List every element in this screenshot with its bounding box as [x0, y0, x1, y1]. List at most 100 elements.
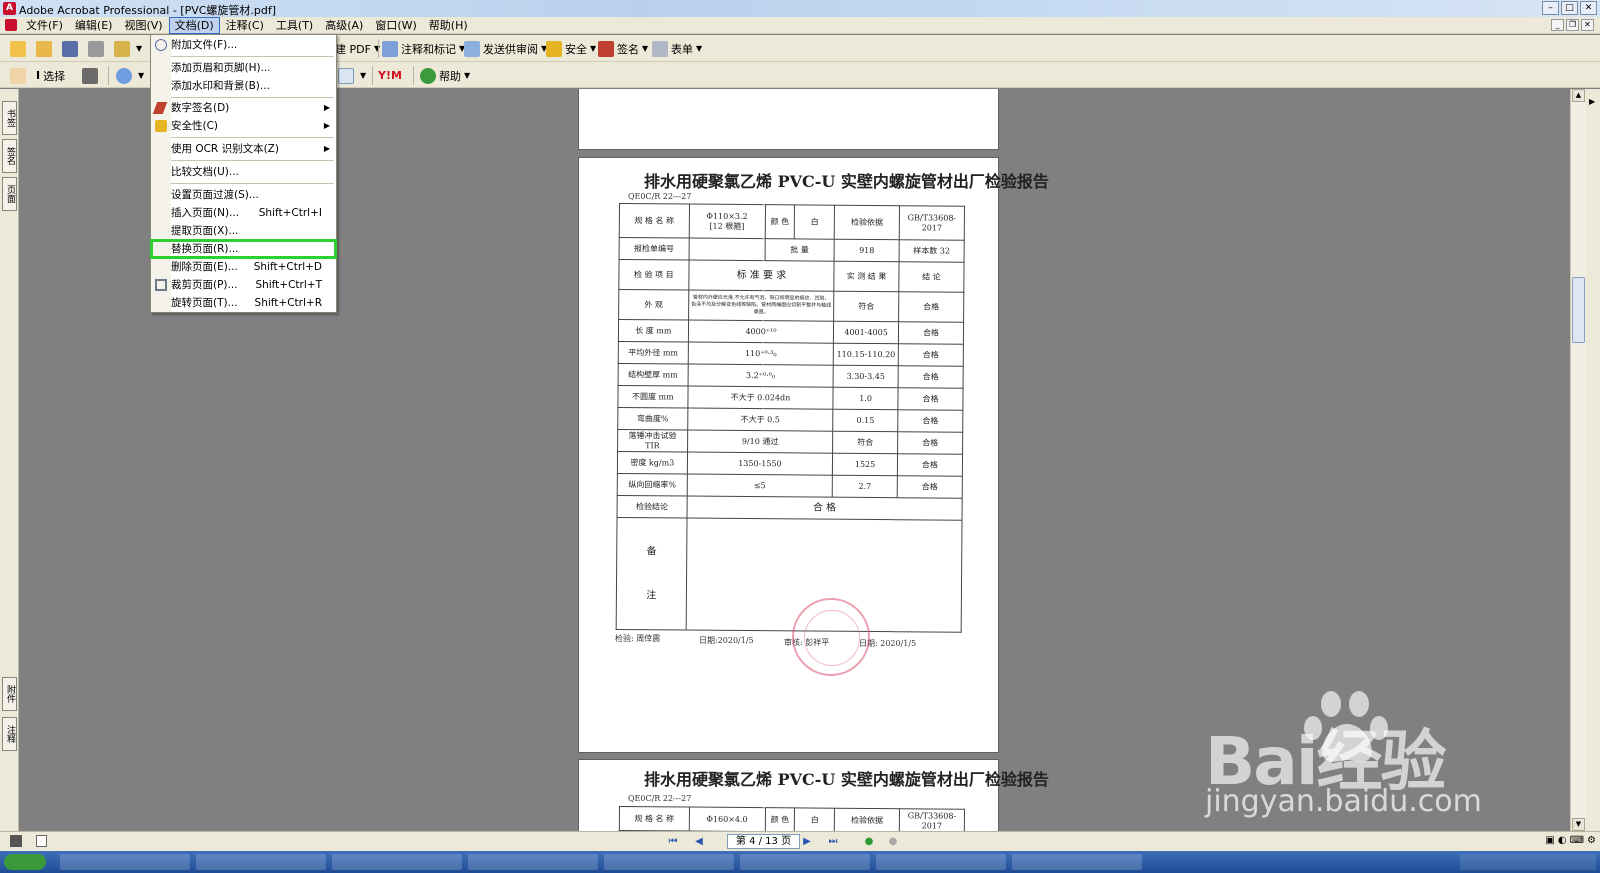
menu-item-digital-signature[interactable]: 数字签名(D) ▶	[151, 99, 336, 117]
send-review-icon	[464, 40, 480, 57]
first-page-button[interactable]: ⏮	[666, 835, 680, 849]
scroll-down-arrow[interactable]: ▼	[1572, 818, 1585, 831]
batch-value: 918	[834, 239, 900, 262]
ym-button[interactable]: Y!M	[378, 66, 402, 85]
menu-window[interactable]: 窗口(W)	[369, 17, 422, 34]
hand-icon	[10, 67, 26, 84]
menu-item-label: 数字签名(D)	[171, 102, 230, 114]
final-label: 检验结论	[617, 495, 687, 519]
menu-item-watermark-background[interactable]: 添加水印和背景(B)...	[151, 77, 336, 95]
forward-view-button[interactable]: ●	[886, 835, 900, 849]
help-label: 帮助	[439, 69, 461, 83]
taskbar-app-4[interactable]	[468, 854, 598, 870]
menu-file[interactable]: 文件(F)	[20, 17, 69, 34]
vertical-scrollbar[interactable]: ▲ ▼	[1570, 89, 1586, 831]
secure-label: 安全	[565, 42, 587, 56]
row-conclusion: 合格	[897, 475, 963, 499]
menu-item-replace-pages[interactable]: 替换页面(R)...	[150, 239, 337, 259]
attachments-tab[interactable]: 附件	[2, 677, 17, 711]
menu-item-rotate-pages[interactable]: 旋转页面(T)... Shift+Ctrl+R	[151, 294, 336, 312]
bookmarks-tab[interactable]: 书签	[2, 101, 17, 135]
close-button[interactable]: ✕	[1580, 1, 1597, 15]
menu-item-page-transitions[interactable]: 设置页面过渡(S)...	[151, 186, 336, 204]
minimize-button[interactable]: –	[1542, 1, 1559, 15]
zoom-button[interactable]: ▼	[116, 66, 144, 85]
row-item: 平均外径 mm	[618, 341, 689, 365]
taskbar-app-1[interactable]	[60, 854, 190, 870]
expand-panel-arrow-icon[interactable]: ▶	[1589, 97, 1595, 106]
menu-comments[interactable]: 注释(C)	[220, 17, 270, 34]
doc-restore-button[interactable]: ❐	[1566, 19, 1579, 31]
menu-item-security[interactable]: 安全性(C) ▶	[151, 117, 336, 135]
menu-item-attach-file[interactable]: 附加文件(F)...	[151, 36, 336, 54]
row-std: 不大于 0.024dn	[687, 386, 834, 410]
ime-mode-icon[interactable]: ◐	[1558, 835, 1567, 846]
menu-view[interactable]: 视图(V)	[118, 17, 168, 34]
menu-advanced[interactable]: 高级(A)	[319, 17, 369, 34]
menu-item-extract-pages[interactable]: 提取页面(X)...	[151, 222, 336, 240]
keyboard-icon[interactable]: ⌨	[1570, 835, 1584, 846]
open-button[interactable]	[10, 39, 29, 58]
row-item: 密度 kg/m3	[617, 451, 688, 475]
comment-markup-button[interactable]: 注释和标记 ▼	[382, 39, 465, 58]
print-button[interactable]	[88, 39, 107, 58]
page-number-field[interactable]: 第 4 / 13 页	[727, 834, 800, 849]
taskbar-app-8[interactable]	[1012, 854, 1142, 870]
menu-item-crop-pages[interactable]: 裁剪页面(P)... Shift+Ctrl+T	[151, 276, 336, 294]
sign-button[interactable]: 签名 ▼	[598, 39, 648, 58]
scroll-up-arrow[interactable]: ▲	[1572, 89, 1585, 102]
report-code: QE0C/R 22---27	[628, 192, 692, 201]
select-tool-button[interactable]: I 选择	[36, 66, 65, 85]
taskbar-app-3[interactable]	[332, 854, 462, 870]
organizer-button[interactable]	[36, 39, 55, 58]
last-page-button[interactable]: ⏭	[826, 835, 840, 849]
taskbar-app-2[interactable]	[196, 854, 326, 870]
menu-item-insert-pages[interactable]: 插入页面(N)... Shift+Ctrl+I	[151, 204, 336, 222]
hand-tool-button[interactable]	[10, 66, 29, 85]
maximize-button[interactable]: □	[1561, 1, 1578, 15]
window-title: Adobe Acrobat Professional - [PVC螺旋管材.pd…	[19, 4, 277, 17]
doc-minimize-button[interactable]: _	[1551, 19, 1564, 31]
row-item: 外 观	[618, 289, 689, 321]
help-button[interactable]: 帮助 ▼	[420, 66, 470, 85]
create-pdf-button[interactable]: 建 PDF▼	[335, 39, 380, 58]
scroll-thumb[interactable]	[1572, 277, 1585, 343]
taskbar-app-5[interactable]	[604, 854, 734, 870]
secure-button[interactable]: 安全 ▼	[546, 39, 596, 58]
menu-item-delete-pages[interactable]: 删除页面(E)... Shift+Ctrl+D	[151, 258, 336, 276]
signatures-tab[interactable]: 签名	[2, 139, 17, 173]
menu-edit[interactable]: 编辑(E)	[69, 17, 119, 34]
row-conclusion: 合格	[898, 343, 964, 367]
snapshot-button[interactable]	[82, 66, 101, 85]
document-icon[interactable]	[5, 19, 17, 31]
menu-item-header-footer[interactable]: 添加页眉和页脚(H)...	[151, 59, 336, 77]
start-button[interactable]	[4, 854, 46, 870]
settings-icon[interactable]: ⚙	[1587, 835, 1596, 846]
doc-close-button[interactable]: ✕	[1581, 19, 1594, 31]
menu-document[interactable]: 文档(D)	[168, 17, 220, 34]
taskbar-app-6[interactable]	[740, 854, 870, 870]
rotate-dropdown[interactable]: ▼	[338, 66, 366, 85]
taskbar-app-7[interactable]	[876, 854, 1006, 870]
menu-help[interactable]: 帮助(H)	[423, 17, 474, 34]
organizer-icon	[36, 40, 52, 57]
back-view-button[interactable]: ●	[862, 835, 876, 849]
menu-item-ocr[interactable]: 使用 OCR 识别文本(Z) ▶	[151, 140, 336, 158]
save-button[interactable]	[62, 39, 81, 58]
send-review-button[interactable]: 发送供审阅 ▼	[464, 39, 547, 58]
prev-page-button[interactable]: ◀	[692, 835, 706, 849]
next-page-button[interactable]: ▶	[800, 835, 814, 849]
menu-tools[interactable]: 工具(T)	[270, 17, 319, 34]
comments-tab[interactable]: 注释	[2, 717, 17, 751]
create-pdf-dropdown[interactable]: ▼	[114, 39, 142, 58]
select-label: 选择	[43, 69, 66, 83]
acrobat-app-icon: A	[3, 2, 16, 15]
doc-props-icon[interactable]	[36, 835, 47, 847]
final-value: 合 格	[686, 496, 963, 521]
submenu-arrow-icon: ▶	[323, 103, 330, 112]
forms-button[interactable]: 表单 ▼	[652, 39, 702, 58]
menu-item-compare-documents[interactable]: 比较文档(U)...	[151, 163, 336, 181]
pages-tab[interactable]: 页面	[2, 177, 17, 211]
page-size-icon[interactable]	[10, 835, 22, 847]
ime-icon[interactable]: ▣	[1545, 835, 1554, 846]
